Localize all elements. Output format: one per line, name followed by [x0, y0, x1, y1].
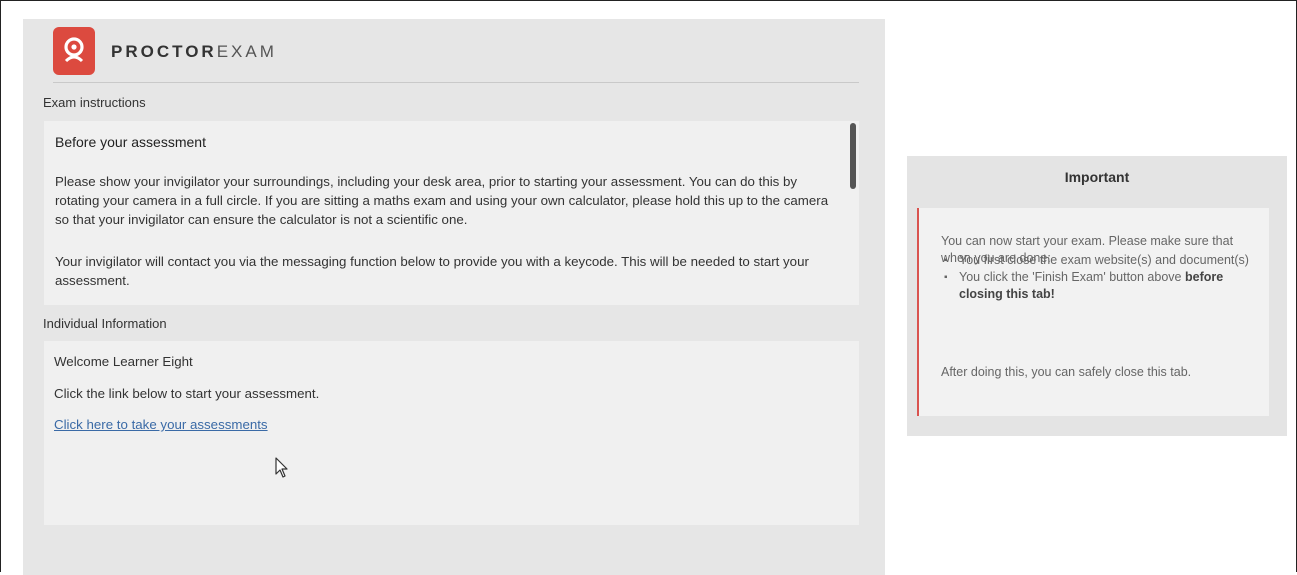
brand-name-bold: PROCTOR — [111, 42, 217, 61]
screen-frame: PROCTOREXAM Exam instructions Before you… — [0, 0, 1297, 575]
important-panel: Important You can now start your exam. P… — [907, 156, 1287, 436]
take-assessments-link[interactable]: Click here to take your assessments — [54, 417, 268, 432]
important-outro: After doing this, you can safely close t… — [941, 365, 1192, 379]
mouse-cursor-icon — [275, 457, 289, 484]
brand-name: PROCTOREXAM — [111, 42, 277, 62]
instructions-title: Before your assessment — [55, 134, 206, 150]
individual-information-label: Individual Information — [43, 316, 167, 331]
proctor-logo-icon — [53, 27, 95, 75]
important-title: Important — [1064, 169, 1130, 185]
list-item: You first close the exam website(s) and … — [941, 252, 1251, 269]
instructions-card[interactable]: Before your assessment Please show your … — [44, 121, 859, 305]
start-prompt-text: Click the link below to start your asses… — [54, 386, 320, 401]
welcome-text: Welcome Learner Eight — [54, 354, 193, 369]
brand-name-light: EXAM — [216, 42, 277, 61]
important-list: You first close the exam website(s) and … — [941, 252, 1251, 303]
list-item: You click the 'Finish Exam' button above… — [941, 269, 1251, 303]
instructions-paragraph: Please show your invigilator your surrou… — [55, 174, 829, 227]
individual-information-card: Welcome Learner Eight Click the link bel… — [44, 341, 859, 525]
instructions-paragraph: Your invigilator will contact you via th… — [55, 254, 809, 288]
header: PROCTOREXAM — [53, 19, 859, 83]
list-item-text: You click the 'Finish Exam' button above — [959, 270, 1182, 284]
exam-instructions-label: Exam instructions — [43, 95, 146, 110]
scrollbar-thumb[interactable] — [850, 123, 856, 189]
main-panel: PROCTOREXAM Exam instructions Before you… — [23, 19, 885, 575]
list-item-text: You first close the exam website(s) and … — [959, 253, 1249, 267]
important-body: You can now start your exam. Please make… — [917, 208, 1269, 416]
